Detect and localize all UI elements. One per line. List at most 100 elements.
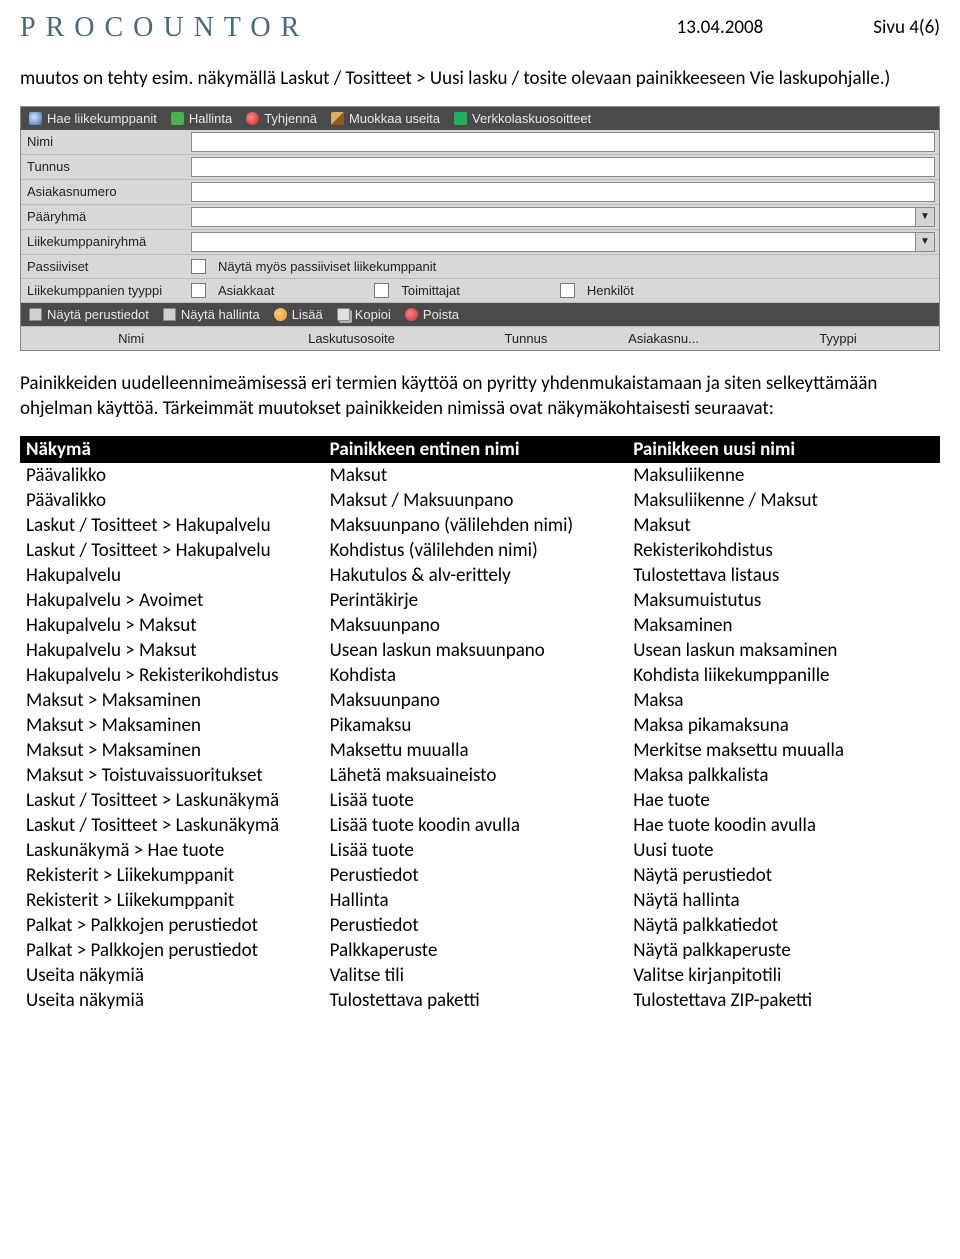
table-cell: Päävalikko	[20, 463, 324, 488]
table-cell: Maksuliikenne	[627, 463, 940, 488]
edit-many-label: Muokkaa useita	[349, 111, 440, 126]
table-row: Maksut > MaksaminenPikamaksuMaksa pikama…	[20, 713, 940, 738]
intro-paragraph-1: muutos on tehty esim. näkymällä Laskut /…	[20, 66, 940, 92]
table-row: Maksut > MaksaminenMaksuunpanoMaksa	[20, 688, 940, 713]
code-input[interactable]	[191, 157, 935, 177]
table-row: Laskut / Tositteet > LaskunäkymäLisää tu…	[20, 813, 940, 838]
app-screenshot: Hae liikekumppanit Hallinta Tyhjennä Muo…	[20, 106, 940, 351]
table-cell: Tulostettava paketti	[324, 988, 628, 1013]
delete-icon	[405, 308, 418, 321]
col-oldname: Painikkeen entinen nimi	[324, 436, 628, 463]
table-cell: Hakupalvelu > Rekisterikohdistus	[20, 663, 324, 688]
einvoice-icon	[454, 112, 467, 125]
copy-button[interactable]: Kopioi	[337, 307, 391, 322]
page-header: PROCOUNTOR 13.04.2008 Sivu 4(6)	[20, 12, 940, 44]
table-cell: Laskut / Tositteet > Hakupalvelu	[20, 513, 324, 538]
table-cell: Lisää tuote	[324, 788, 628, 813]
admin-button[interactable]: Hallinta	[171, 111, 232, 126]
einvoice-button[interactable]: Verkkolaskuosoitteet	[454, 111, 591, 126]
table-row: Maksut > ToistuvaissuorituksetLähetä mak…	[20, 763, 940, 788]
code-label: Tunnus	[21, 155, 191, 178]
table-row: Laskut / Tositteet > HakupalveluMaksuunp…	[20, 513, 940, 538]
copy-label: Kopioi	[355, 307, 391, 322]
table-cell: Palkat > Palkkojen perustiedot	[20, 913, 324, 938]
maingroup-label: Pääryhmä	[21, 205, 191, 228]
grid-col-billing[interactable]: Laskutusosoite	[241, 331, 461, 346]
table-cell: Usean laskun maksaminen	[627, 638, 940, 663]
table-cell: Hakupalvelu	[20, 563, 324, 588]
passive-checkbox-label: Näytä myös passiiviset liikekumppanit	[218, 259, 436, 274]
partnergroup-label: Liikekumppaniryhmä	[21, 230, 191, 253]
table-cell: Uusi tuote	[627, 838, 940, 863]
table-cell: Päävalikko	[20, 488, 324, 513]
search-partners-label: Hae liikekumppanit	[47, 111, 157, 126]
type-persons-checkbox[interactable]	[560, 283, 575, 298]
grid-col-name[interactable]: Nimi	[21, 331, 241, 346]
show-basic-label: Näytä perustiedot	[47, 307, 149, 322]
type-persons-label: Henkilöt	[587, 283, 634, 298]
add-icon	[274, 308, 287, 321]
table-cell: Hakupalvelu > Maksut	[20, 613, 324, 638]
table-row: Hakupalvelu > MaksutMaksuunpanoMaksamine…	[20, 613, 940, 638]
table-row: Palkat > Palkkojen perustiedotPalkkaperu…	[20, 938, 940, 963]
grid-col-code[interactable]: Tunnus	[462, 331, 591, 346]
table-cell: Usean laskun maksuunpano	[324, 638, 628, 663]
table-cell: Lisää tuote	[324, 838, 628, 863]
table-cell: Näytä hallinta	[627, 888, 940, 913]
table-cell: Rekisterikohdistus	[627, 538, 940, 563]
edit-many-button[interactable]: Muokkaa useita	[331, 111, 440, 126]
add-label: Lisää	[292, 307, 323, 322]
table-cell: Maksuunpano	[324, 613, 628, 638]
table-cell: Palkkaperuste	[324, 938, 628, 963]
table-cell: Maksuliikenne / Maksut	[627, 488, 940, 513]
globe-icon	[29, 112, 42, 125]
delete-label: Poista	[423, 307, 459, 322]
custno-input[interactable]	[191, 182, 935, 202]
search-partners-button[interactable]: Hae liikekumppanit	[29, 111, 157, 126]
partnergroup-select[interactable]: ▼	[191, 232, 935, 252]
clear-label: Tyhjennä	[264, 111, 317, 126]
table-cell: Maksumuistutus	[627, 588, 940, 613]
table-cell: Hallinta	[324, 888, 628, 913]
clear-button[interactable]: Tyhjennä	[246, 111, 317, 126]
table-cell: Rekisterit > Liikekumppanit	[20, 888, 324, 913]
copy-icon	[337, 308, 350, 321]
type-customers-label: Asiakkaat	[218, 283, 274, 298]
table-cell: Perustiedot	[324, 913, 628, 938]
type-suppliers-checkbox[interactable]	[374, 283, 389, 298]
grid-col-type[interactable]: Tyyppi	[737, 331, 939, 346]
table-row: Hakupalvelu > MaksutUsean laskun maksuun…	[20, 638, 940, 663]
grid-col-custno[interactable]: Asiakasnu...	[590, 331, 737, 346]
table-cell: Valitse kirjanpitotili	[627, 963, 940, 988]
table-cell: Laskut / Tositteet > Laskunäkymä	[20, 788, 324, 813]
table-cell: Tulostettava listaus	[627, 563, 940, 588]
show-basic-button[interactable]: Näytä perustiedot	[29, 307, 149, 322]
table-cell: Maksut > Toistuvaissuoritukset	[20, 763, 324, 788]
passive-checkbox[interactable]	[191, 259, 206, 274]
table-cell: Valitse tili	[324, 963, 628, 988]
admin-label: Hallinta	[189, 111, 232, 126]
table-cell: Näytä palkkaperuste	[627, 938, 940, 963]
partner-type-label: Liikekumppanien tyyppi	[21, 279, 191, 302]
add-button[interactable]: Lisää	[274, 307, 323, 322]
table-cell: Kohdista liikekumppanille	[627, 663, 940, 688]
type-suppliers-label: Toimittajat	[401, 283, 460, 298]
passive-label: Passiiviset	[21, 255, 191, 278]
table-cell: Maksut	[324, 463, 628, 488]
table-cell: Tulostettava ZIP-paketti	[627, 988, 940, 1013]
table-cell: Maksa	[627, 688, 940, 713]
delete-button[interactable]: Poista	[405, 307, 459, 322]
show-admin-button[interactable]: Näytä hallinta	[163, 307, 260, 322]
name-input[interactable]	[191, 132, 935, 152]
table-row: Laskunäkymä > Hae tuoteLisää tuoteUusi t…	[20, 838, 940, 863]
col-view: Näkymä	[20, 436, 324, 463]
document-icon	[163, 308, 176, 321]
table-cell: Maksuunpano (välilehden nimi)	[324, 513, 628, 538]
type-customers-checkbox[interactable]	[191, 283, 206, 298]
intro-paragraph-2: Painikkeiden uudelleennimeämisessä eri t…	[20, 371, 940, 422]
table-cell: Maksettu muualla	[324, 738, 628, 763]
maingroup-select[interactable]: ▼	[191, 207, 935, 227]
document-icon	[29, 308, 42, 321]
table-cell: Hakutulos & alv-erittely	[324, 563, 628, 588]
changes-table: Näkymä Painikkeen entinen nimi Painikkee…	[20, 436, 940, 1013]
